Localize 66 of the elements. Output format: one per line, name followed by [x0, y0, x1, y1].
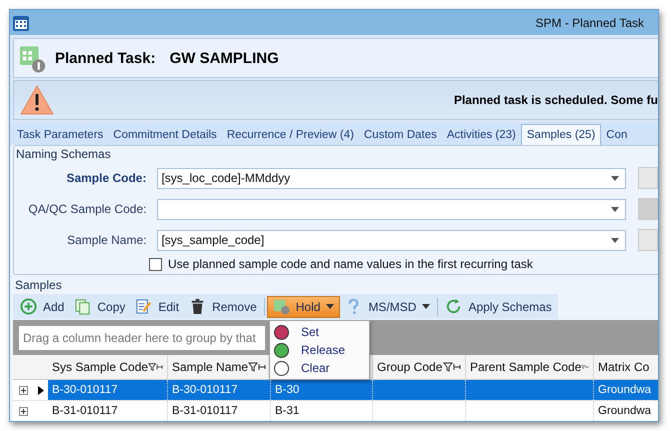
table-row[interactable]: B-30-010117 B-30-010117 B-30 Groundwa	[13, 380, 658, 401]
tab[interactable]: Samples (25)	[520, 124, 602, 145]
table-cell: B-30-010117	[172, 384, 238, 396]
menu-item[interactable]: Release	[270, 341, 369, 359]
copy-icon	[74, 298, 92, 315]
plus-circle-icon	[20, 298, 37, 315]
table-cell: B-31	[275, 405, 300, 417]
table-cell: Groundwa	[598, 384, 652, 396]
warning-message: Planned task is scheduled. Some fu	[454, 93, 658, 107]
group-title: Samples	[14, 277, 63, 292]
edit-icon	[135, 298, 152, 315]
column-header[interactable]: Group Code	[377, 360, 443, 374]
calendar-icon	[12, 14, 30, 32]
toolbar-button[interactable]: Copy	[69, 296, 130, 318]
expand-icon[interactable]	[18, 386, 28, 394]
tab[interactable]: Custom Dates	[359, 125, 442, 145]
toolbar-button[interactable]: MS/MSD	[340, 296, 436, 318]
tab[interactable]: Activities (23)	[442, 125, 521, 145]
table-row[interactable]: B-31-010117 B-31-010117 B-31 Groundwa	[13, 401, 658, 421]
calendar-badge-icon	[272, 298, 290, 315]
filter-pin-icon[interactable]	[581, 362, 589, 372]
tab[interactable]: Recurrence / Preview (4)	[222, 125, 359, 145]
caret-icon[interactable]	[611, 238, 620, 242]
row-pointer-icon	[38, 386, 44, 394]
toolbar-button[interactable]: Edit	[130, 296, 184, 318]
table-cell: B-31-010117	[52, 405, 118, 417]
filter-pin-icon[interactable]	[443, 362, 461, 372]
table-cell: B-30	[275, 384, 300, 396]
warning-icon	[20, 85, 54, 115]
group-title: Naming Schemas	[15, 146, 112, 162]
toolbar-button[interactable]: Apply Schemas	[440, 296, 557, 318]
column-header[interactable]: Sample Name	[172, 360, 248, 374]
checkbox[interactable]	[149, 258, 162, 270]
dropdown-field[interactable]: [sys_loc_code]-MMddyy	[157, 168, 626, 188]
caret-icon[interactable]	[422, 304, 430, 309]
tab[interactable]: Con	[601, 125, 632, 145]
caret-icon[interactable]	[326, 304, 334, 309]
refresh-icon	[445, 298, 462, 315]
caret-icon[interactable]	[611, 176, 620, 180]
toolbar-button[interactable]: Add	[15, 296, 70, 318]
field-label: Sample Name:	[66, 233, 148, 247]
field-label: QA/QC Sample Code:	[27, 202, 148, 216]
dropdown-field[interactable]: [sys_sample_code]	[157, 230, 626, 250]
field-label: Sample Code:	[65, 171, 148, 185]
task-name: GW SAMPLING	[170, 50, 279, 66]
column-header[interactable]: Matrix Co	[598, 360, 654, 374]
group-by-field[interactable]: Drag a column header here to group by that	[19, 326, 265, 350]
column-header[interactable]: Parent Sample Code	[470, 360, 582, 374]
toolbar-button[interactable]: Hold	[266, 296, 340, 318]
window-title: SPM - Planned Task	[536, 16, 644, 30]
column-header[interactable]: Sys Sample Code	[52, 360, 148, 374]
checkbox-label: Use planned sample code and name values in the first recurring task	[168, 257, 533, 271]
table-cell: B-31-010117	[172, 405, 238, 417]
tab[interactable]: Commitment Details	[108, 125, 222, 145]
filter-pin-icon[interactable]	[148, 362, 163, 372]
table-cell: B-30-010117	[52, 384, 118, 396]
tab[interactable]: Task Parameters	[12, 125, 108, 145]
filter-pin-icon[interactable]	[248, 362, 266, 372]
caret-icon[interactable]	[611, 206, 620, 212]
toolbar-button[interactable]: Remove	[184, 296, 262, 318]
table-cell: Groundwa	[598, 405, 652, 417]
menu-item[interactable]: Clear	[270, 359, 369, 377]
menu-item[interactable]: Set	[270, 323, 369, 341]
expand-icon[interactable]	[18, 406, 28, 416]
header-label: Planned Task:	[55, 50, 156, 66]
dropdown-field[interactable]	[157, 198, 626, 220]
